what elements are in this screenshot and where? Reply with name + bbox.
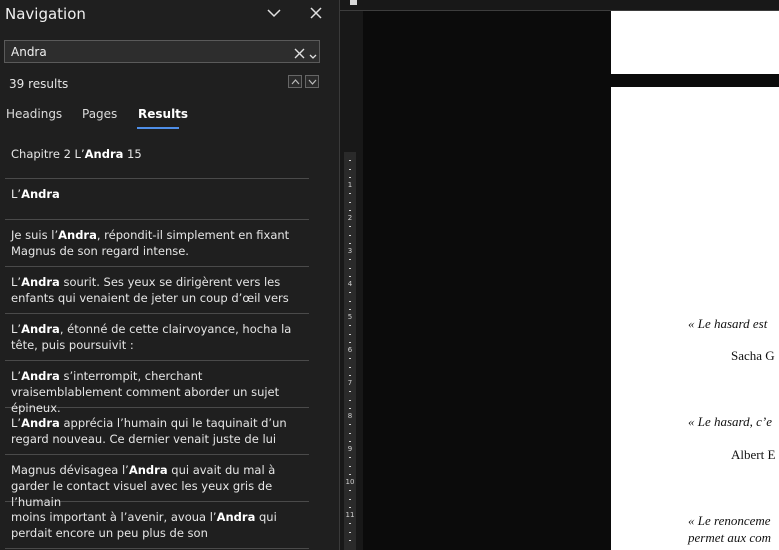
results-count: 39 results [9, 77, 69, 91]
quote-author: Albert E [731, 447, 776, 462]
ruler-tick [349, 374, 351, 376]
ruler-tick [349, 176, 351, 178]
ruler-number: 5 [347, 313, 353, 321]
list-item[interactable]: Magnus dévisagea l’Andra qui avait du ma… [5, 455, 309, 509]
ruler-tick [349, 424, 351, 426]
ruler-marker [350, 0, 357, 5]
ruler-tick [349, 209, 351, 211]
ruler-tick [349, 308, 351, 310]
ruler-tick [349, 168, 351, 170]
ruler-tick [349, 226, 351, 228]
ruler-number: 6 [347, 346, 353, 354]
ruler-tick [349, 473, 351, 475]
chevron-down-icon [308, 79, 316, 85]
ruler-number: 10 [345, 478, 355, 486]
list-item[interactable]: L’Andra apprécia l’humain qui le taquina… [5, 408, 309, 455]
ruler-tick [349, 234, 351, 236]
ruler-tick [349, 457, 351, 459]
ruler-tick [349, 432, 351, 434]
ruler-tick [349, 341, 351, 343]
clear-search-button[interactable] [294, 44, 305, 63]
ruler-tick [349, 490, 351, 492]
ruler-tick [349, 275, 351, 277]
tab-pages[interactable]: Pages [82, 107, 117, 121]
active-tab-indicator [137, 127, 179, 129]
document-page[interactable] [611, 11, 779, 74]
ruler-tick [349, 539, 351, 541]
chevron-down-icon [267, 8, 281, 17]
search-box [4, 40, 320, 63]
quote-text: « Le renonceme [688, 513, 771, 528]
ruler-tick [349, 465, 351, 467]
list-item[interactable]: L’Andra [5, 179, 309, 220]
list-item[interactable]: L’Andra s’interrompit, cherchant vraisem… [5, 361, 309, 415]
ruler-tick [349, 300, 351, 302]
ruler-tick [349, 267, 351, 269]
ruler-tick [349, 333, 351, 335]
close-pane-button[interactable] [304, 2, 328, 24]
ruler-number: 8 [347, 412, 353, 420]
ruler-tick [349, 292, 351, 294]
list-item[interactable]: moins important à l’avenir, avoua l’Andr… [5, 502, 309, 549]
navigation-pane: Navigation 39 results Headings Pages Res… [0, 0, 339, 550]
search-input[interactable] [11, 43, 281, 60]
ruler-number: 3 [347, 247, 353, 255]
vertical-ruler[interactable]: 1 2 3 4 5 6 7 8 9 10 11 [344, 152, 356, 550]
ruler-tick [349, 358, 351, 360]
ruler-number: 7 [347, 379, 353, 387]
search-options-button[interactable] [309, 45, 317, 64]
vertical-ruler-margin [344, 112, 356, 152]
ruler-tick [349, 201, 351, 203]
close-icon [294, 48, 305, 59]
ruler-number: 11 [345, 511, 355, 519]
navigation-title: Navigation [5, 5, 86, 23]
chevron-down-icon [309, 54, 317, 59]
ruler-tick [349, 160, 351, 162]
results-list: Chapitre 2 L’Andra 15 L’Andra Je suis l’… [5, 139, 309, 549]
quote-text: « Le hasard, c’e [688, 414, 773, 429]
horizontal-ruler [340, 0, 779, 11]
quote-author: Sacha G [731, 348, 775, 363]
ruler-tick [349, 242, 351, 244]
list-item[interactable]: Chapitre 2 L’Andra 15 [5, 139, 309, 179]
chevron-up-icon [291, 78, 299, 84]
tab-headings[interactable]: Headings [6, 107, 62, 121]
ruler-tick [349, 366, 351, 368]
ruler-tick [349, 531, 351, 533]
ruler-tick [349, 506, 351, 508]
list-item[interactable]: L’Andra sourit. Ses yeux se dirigèrent v… [5, 267, 309, 314]
next-result-button[interactable] [305, 75, 319, 88]
document-page[interactable]: « Le hasard est Sacha G « Le hasard, c’e… [611, 87, 779, 550]
list-item[interactable]: L’Andra, étonné de cette clairvoyance, h… [5, 314, 309, 361]
tab-results[interactable]: Results [138, 107, 188, 121]
quote-text: permet aux com [688, 530, 772, 545]
ruler-tick [349, 523, 351, 525]
close-icon [310, 7, 322, 19]
ruler-tick [349, 259, 351, 261]
pane-options-button[interactable] [262, 2, 286, 24]
ruler-tick [349, 440, 351, 442]
ruler-tick [349, 399, 351, 401]
ruler-number: 9 [347, 445, 353, 453]
ruler-tick [349, 391, 351, 393]
list-item[interactable]: Je suis l’Andra, répondit-il simplement … [5, 220, 309, 267]
ruler-tick [349, 407, 351, 409]
ruler-number: 1 [347, 181, 353, 189]
ruler-tick [349, 325, 351, 327]
ruler-number: 4 [347, 280, 353, 288]
ruler-tick [349, 498, 351, 500]
previous-result-button[interactable] [288, 75, 302, 88]
quote-text: « Le hasard est [688, 316, 768, 331]
ruler-tick [349, 193, 351, 195]
ruler-number: 2 [347, 214, 353, 222]
